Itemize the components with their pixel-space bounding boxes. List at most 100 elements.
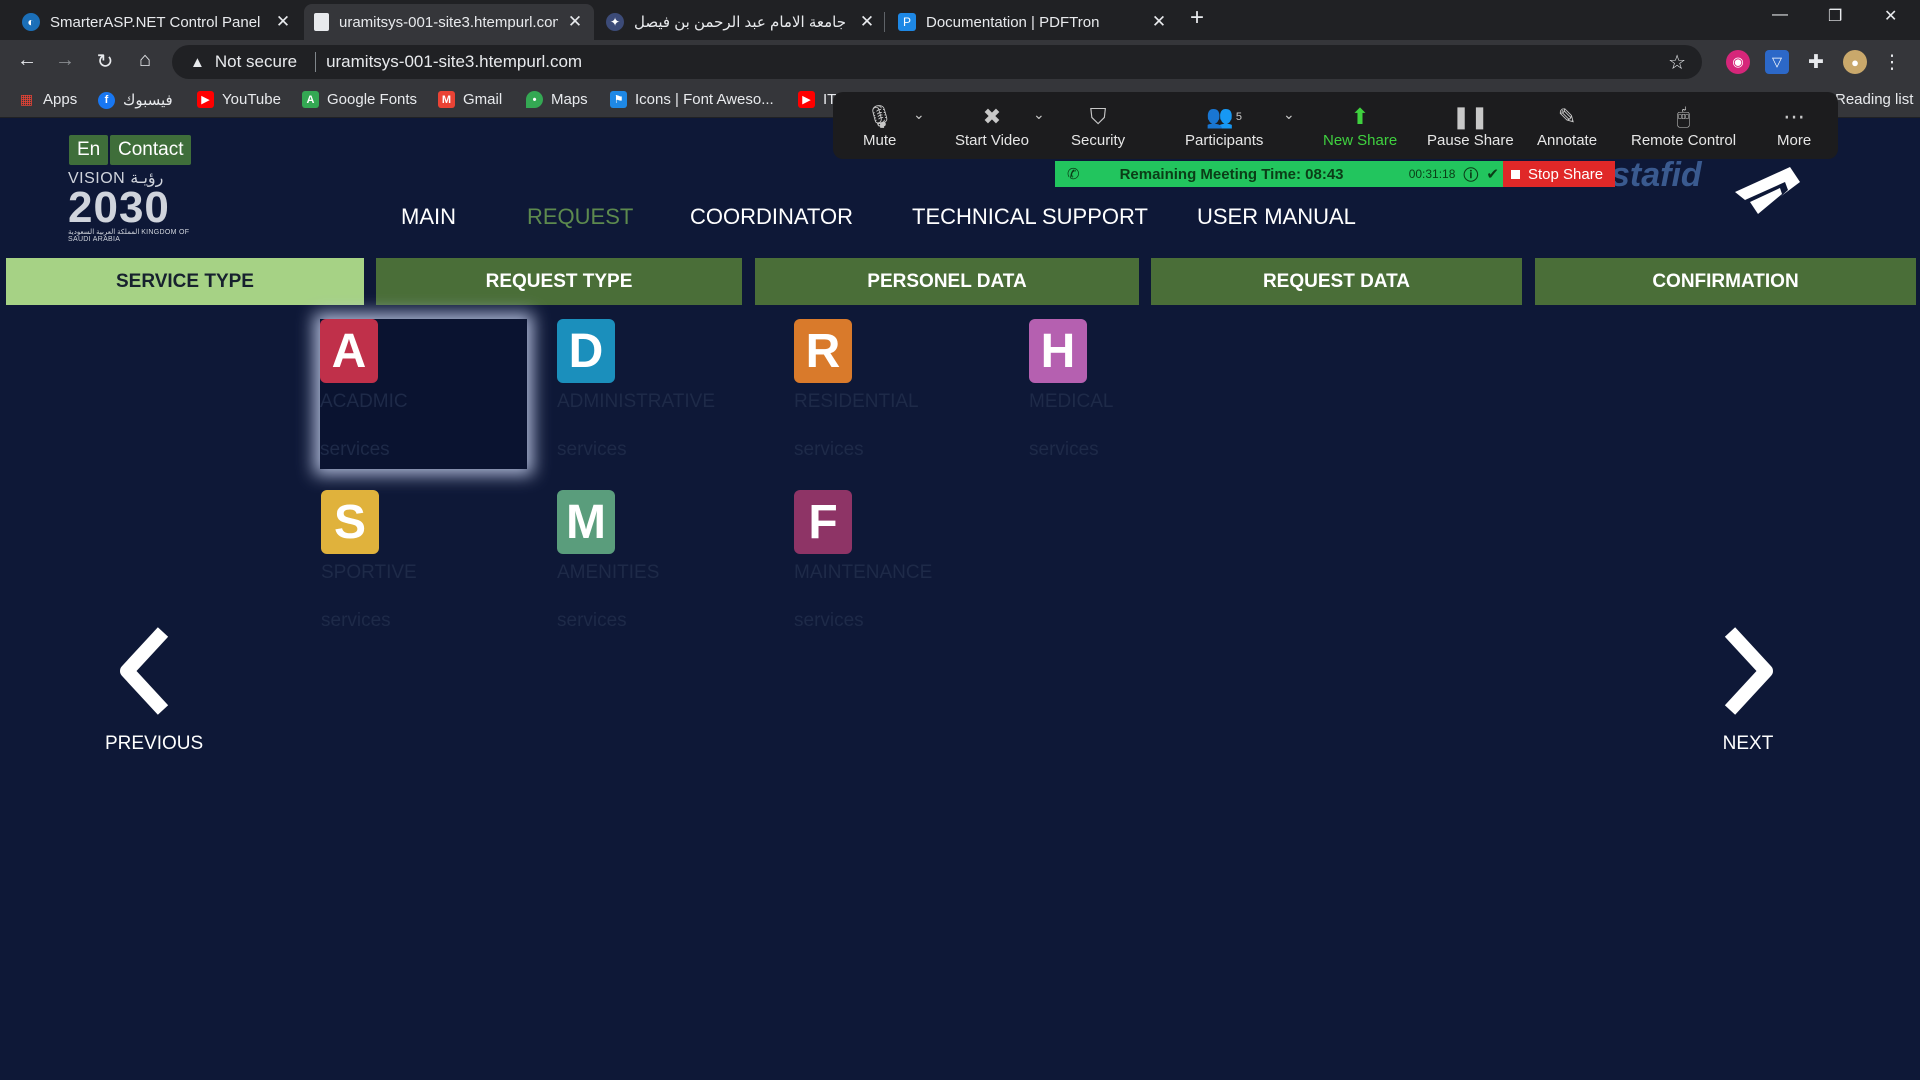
bookmark-label: Icons | Font Aweso... — [635, 91, 774, 108]
recorder-extension-icon[interactable]: ◉ — [1726, 50, 1750, 74]
bookmark-label: YouTube — [222, 91, 281, 108]
zoom-pause-label: Pause Share — [1427, 132, 1514, 149]
info-icon[interactable]: ⓘ — [1463, 164, 1478, 185]
next-label: NEXT — [1722, 733, 1774, 754]
zoom-participants[interactable]: 👥 5 Participants — [1185, 102, 1263, 149]
close-tab-icon[interactable]: ✕ — [858, 12, 876, 32]
step-service-type[interactable]: SERVICE TYPE — [6, 258, 364, 305]
previous-button[interactable]: PREVIOUS — [105, 626, 203, 755]
browser-menu-icon[interactable]: ⋮ — [1880, 50, 1904, 74]
bookmark-label: Maps — [551, 91, 588, 108]
share-screen-icon: ⬆ — [1350, 104, 1370, 129]
service-residential[interactable]: R RESIDENTIAL services — [794, 319, 984, 461]
step-request-type[interactable]: REQUEST TYPE — [376, 258, 742, 305]
next-button[interactable]: NEXT — [1708, 626, 1788, 755]
elapsed-time: 00:31:18 — [1408, 167, 1456, 181]
stop-share-label: Stop Share — [1528, 165, 1604, 183]
zoom-new-share-label: New Share — [1323, 132, 1398, 149]
nav-coordinator[interactable]: COORDINATOR — [690, 204, 853, 230]
reload-icon[interactable]: ↻ — [92, 49, 118, 74]
service-medical[interactable]: H MEDICAL services — [1029, 319, 1219, 461]
zoom-more[interactable]: ⋯ More — [1777, 102, 1811, 149]
profile-avatar[interactable]: ● — [1843, 50, 1867, 74]
pause-icon: ❚❚ — [1451, 104, 1489, 129]
extensions-puzzle-icon[interactable]: ✚ — [1804, 50, 1828, 74]
zoom-security[interactable]: ⛉ Security — [1071, 102, 1125, 149]
zoom-mute[interactable]: 🎙 Mute — [863, 102, 896, 149]
back-arrow-icon[interactable]: ← — [14, 49, 40, 72]
pdftron-favicon-icon: P — [898, 13, 916, 31]
service-sub: services — [794, 610, 864, 631]
nav-user-manual[interactable]: USER MANUAL — [1197, 204, 1356, 230]
bookmark-font-awesome[interactable]: ⚑ Icons | Font Aweso... — [610, 91, 774, 108]
chevron-down-icon[interactable]: ⌄ — [1283, 106, 1295, 123]
zoom-new-share[interactable]: ⬆ New Share — [1323, 102, 1397, 149]
close-tab-icon[interactable]: ✕ — [1150, 12, 1168, 32]
bookmark-google-fonts[interactable]: A Google Fonts — [302, 91, 417, 108]
pencil-icon: ✎ — [1557, 104, 1577, 129]
nav-request[interactable]: REQUEST — [527, 204, 633, 230]
close-tab-icon[interactable]: ✕ — [274, 12, 292, 32]
language-button[interactable]: En — [69, 135, 109, 165]
bookmark-it[interactable]: ▶ IT — [798, 91, 836, 108]
url-text[interactable]: uramitsys-001-site3.htempurl.com — [326, 52, 582, 72]
home-icon[interactable]: ⌂ — [132, 49, 158, 72]
step-confirmation[interactable]: CONFIRMATION — [1535, 258, 1916, 305]
service-academic[interactable]: A ACADMIC services — [320, 319, 527, 469]
tab-imam-university[interactable]: ✦ جامعة الامام عبد الرحمن بن فيصل ✕ — [596, 4, 886, 40]
step-personel-data[interactable]: PERSONEL DATA — [755, 258, 1139, 305]
security-label[interactable]: Not secure — [215, 52, 297, 72]
tab-separator — [884, 12, 885, 32]
service-name: MEDICAL — [1029, 391, 1114, 412]
service-letter-tile: A — [320, 319, 378, 383]
microphone-icon: 🎙 — [865, 104, 894, 129]
chevron-down-icon[interactable]: ⌄ — [1033, 106, 1045, 123]
bookmark-youtube[interactable]: ▶ YouTube — [197, 91, 281, 108]
tab-pdftron[interactable]: P Documentation | PDFTron ✕ — [888, 4, 1178, 40]
zoom-video-label: Start Video — [955, 132, 1029, 149]
service-amenities[interactable]: M AMENITIES services — [557, 490, 747, 632]
bookmark-label: Apps — [43, 91, 78, 108]
forward-arrow-icon[interactable]: → — [52, 49, 78, 72]
more-dots-icon: ⋯ — [1783, 104, 1806, 129]
stop-share-button[interactable]: Stop Share — [1503, 161, 1615, 187]
service-administrative[interactable]: D ADMINISTRATIVE services — [557, 319, 747, 461]
tab-smarterasp[interactable]: ◐ SmarterASP.NET Control Panel ✕ — [12, 4, 302, 40]
bookmark-apps[interactable]: ▦ Apps — [18, 91, 77, 108]
nav-main[interactable]: MAIN — [401, 204, 456, 230]
bookmark-label: فيسبوك — [123, 92, 173, 109]
zoom-participants-label: Participants — [1185, 132, 1264, 149]
chevron-down-icon[interactable]: ⌄ — [913, 106, 925, 123]
warning-triangle-icon: ▲ — [190, 53, 205, 71]
zoom-pause-share[interactable]: ❚❚ Pause Share — [1427, 102, 1514, 149]
service-maintenance[interactable]: F MAINTENANCE services — [794, 490, 984, 632]
service-letter-tile: D — [557, 319, 615, 383]
new-tab-plus-icon[interactable]: + — [1190, 4, 1204, 32]
zoom-remote-control[interactable]: 🖱 Remote Control — [1631, 102, 1736, 149]
step-request-data[interactable]: REQUEST DATA — [1151, 258, 1522, 305]
minimize-icon[interactable]: — — [1772, 6, 1788, 24]
zoom-annotate[interactable]: ✎ Annotate — [1537, 102, 1597, 149]
close-window-icon[interactable]: ✕ — [1884, 6, 1897, 26]
contact-button[interactable]: Contact — [110, 135, 192, 165]
bookmark-maps[interactable]: • Maps — [526, 91, 588, 108]
reading-list-label: Reading list — [1835, 91, 1914, 108]
restore-icon[interactable]: ❐ — [1828, 6, 1842, 26]
page-content: En Contact VISION رؤيـة 2030 المملكة الع… — [0, 118, 1920, 1080]
youtube-icon: ▶ — [197, 91, 214, 108]
service-sub: services — [321, 610, 391, 631]
nav-technical-support[interactable]: TECHNICAL SUPPORT — [912, 204, 1148, 230]
bookmark-star-icon[interactable]: ☆ — [1668, 50, 1686, 75]
service-sportive[interactable]: S SPORTIVE services — [321, 490, 511, 632]
participants-count: 5 — [1235, 111, 1242, 123]
tab-uramitsys[interactable]: uramitsys-001-site3.htempurl.com ✕ — [304, 4, 594, 40]
bookmark-label: Gmail — [463, 91, 503, 108]
address-bar[interactable]: ▲ Not secure uramitsys-001-site3.htempur… — [172, 45, 1702, 79]
bookmark-gmail[interactable]: M Gmail — [438, 91, 502, 108]
gmail-icon: M — [438, 91, 455, 108]
shield-extension-icon[interactable]: ▽ — [1765, 50, 1789, 74]
bookmark-facebook[interactable]: f فيسبوك — [98, 91, 173, 109]
close-tab-icon[interactable]: ✕ — [566, 12, 584, 32]
zoom-start-video[interactable]: ✖ Start Video — [955, 102, 1029, 149]
service-name: AMENITIES — [557, 562, 660, 583]
